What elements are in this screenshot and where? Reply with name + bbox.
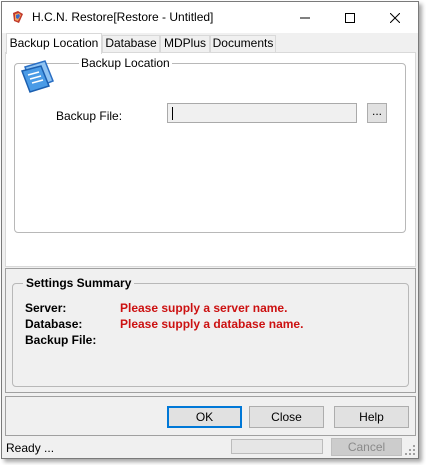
tab-mdplus[interactable]: MDPlus <box>160 35 210 52</box>
maximize-button[interactable] <box>327 2 373 33</box>
ok-button[interactable]: OK <box>167 406 242 428</box>
status-text: Ready ... <box>6 441 55 455</box>
maximize-icon <box>345 12 355 23</box>
window-title: H.C.N. Restore[Restore - Untitled] <box>32 10 214 24</box>
backup-location-group: Backup Location <box>14 56 406 233</box>
dialog-button-bar: OK Close Help <box>5 396 416 436</box>
server-status: Please supply a server name. <box>120 301 288 315</box>
progress-bar <box>231 439 323 454</box>
backup-location-panel: Backup Location Backup File: ... <box>5 52 416 267</box>
close-window-button[interactable] <box>372 2 418 33</box>
title-bar[interactable]: H.C.N. Restore[Restore - Untitled] <box>2 2 418 33</box>
minimize-button[interactable] <box>282 2 328 33</box>
cancel-button[interactable]: Cancel <box>331 438 402 456</box>
close-icon <box>390 12 400 23</box>
backup-document-icon <box>21 60 54 93</box>
server-label: Server: <box>25 301 67 315</box>
close-button[interactable]: Close <box>249 406 324 428</box>
restore-window: H.C.N. Restore[Restore - Untitled] Backu… <box>1 1 419 459</box>
settings-summary-group: Settings Summary Server: Please supply a… <box>12 276 409 387</box>
tab-documents[interactable]: Documents <box>210 35 276 52</box>
app-icon <box>13 11 23 23</box>
minimize-icon <box>300 17 310 18</box>
text-caret <box>172 107 173 120</box>
group-title: Backup Location <box>79 56 172 70</box>
database-label: Database: <box>25 317 83 331</box>
status-bar: Ready ... Cancel <box>2 436 418 458</box>
database-status: Please supply a database name. <box>120 317 304 331</box>
backup-file-input[interactable] <box>167 103 357 123</box>
settings-summary-panel: Settings Summary Server: Please supply a… <box>5 268 416 393</box>
browse-button[interactable]: ... <box>367 103 387 123</box>
resize-grip-icon[interactable] <box>405 445 416 456</box>
tab-backup-location[interactable]: Backup Location <box>6 33 102 54</box>
tab-database[interactable]: Database <box>102 35 160 52</box>
help-button[interactable]: Help <box>334 406 409 428</box>
summary-title: Settings Summary <box>23 276 135 290</box>
backup-file-summary-label: Backup File: <box>25 333 97 347</box>
backup-file-label: Backup File: <box>56 109 123 123</box>
